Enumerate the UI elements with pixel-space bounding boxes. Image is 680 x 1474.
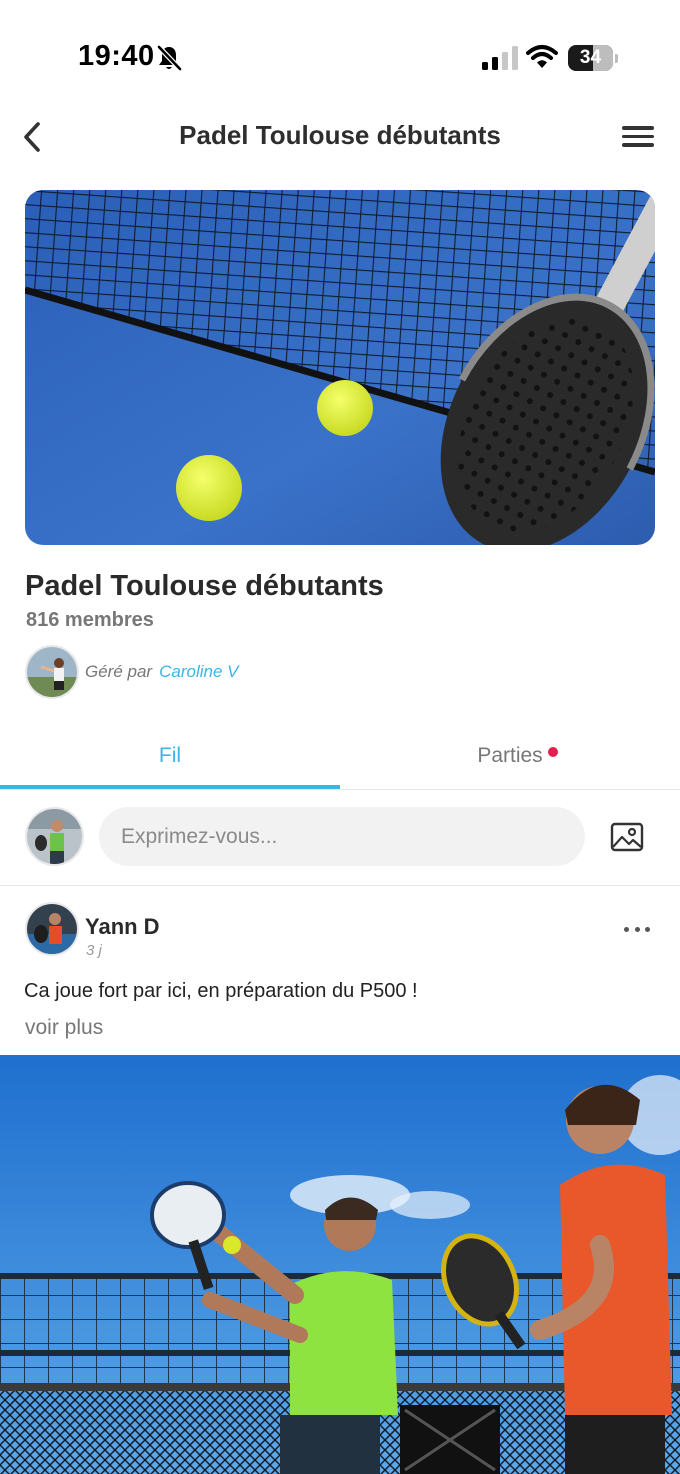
author-name[interactable]: Yann D xyxy=(85,914,160,940)
see-more-link[interactable]: voir plus xyxy=(25,1016,103,1040)
chevron-left-icon[interactable] xyxy=(18,116,48,158)
hamburger-menu-icon[interactable] xyxy=(622,126,654,150)
group-name: Padel Toulouse débutants xyxy=(25,570,384,602)
ellipsis-icon[interactable] xyxy=(624,922,650,936)
manager-name-link[interactable]: Caroline V xyxy=(159,662,238,682)
tab-bar: Fil Parties xyxy=(0,728,680,790)
group-cover-image xyxy=(25,190,655,545)
group-manager: Géré par Caroline V xyxy=(25,645,238,699)
tab-parties[interactable]: Parties xyxy=(340,728,680,789)
image-icon[interactable] xyxy=(610,822,644,852)
tab-fil[interactable]: Fil xyxy=(0,728,340,789)
author-avatar[interactable] xyxy=(25,902,79,956)
user-avatar[interactable] xyxy=(25,807,84,866)
post-text: Ca joue fort par ici, en préparation du … xyxy=(24,980,418,1002)
page-title: Padel Toulouse débutants xyxy=(179,120,501,150)
status-time: 19:40 xyxy=(78,40,155,72)
post-time: 3 j xyxy=(86,942,102,959)
battery-indicator: 34 xyxy=(568,45,618,71)
post-author xyxy=(25,902,79,956)
battery-level: 34 xyxy=(579,47,602,68)
bell-slash-icon xyxy=(157,45,182,71)
wifi-icon xyxy=(526,45,558,68)
notification-dot xyxy=(548,747,558,757)
managed-by-label: Géré par xyxy=(85,662,153,681)
cellular-signal-icon xyxy=(482,46,518,70)
status-bar: 19:40 34 xyxy=(0,0,680,110)
member-count[interactable]: 816 membres xyxy=(26,609,154,632)
post-input[interactable] xyxy=(99,807,585,866)
nav-bar: Padel Toulouse débutants xyxy=(0,110,680,164)
post-image[interactable] xyxy=(0,1055,680,1474)
post-composer xyxy=(0,790,680,886)
manager-avatar[interactable] xyxy=(25,645,79,699)
